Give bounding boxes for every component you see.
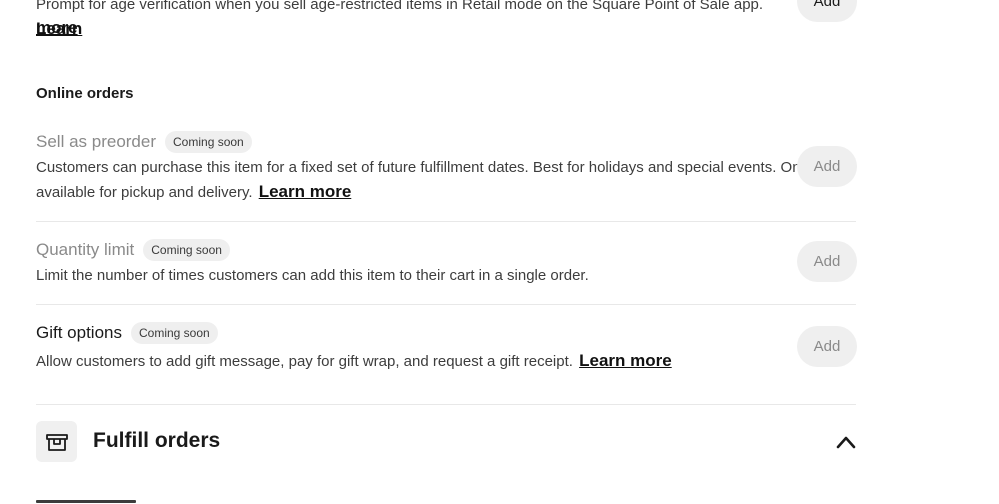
- quantity-limit-title: Quantity limit: [36, 240, 135, 259]
- divider: [36, 304, 856, 305]
- sell-as-preorder-description-line2: available for pickup and delivery. Learn…: [36, 182, 352, 201]
- online-orders-header: Online orders: [36, 85, 134, 102]
- sell-as-preorder-description: Customers can purchase this item for a f…: [36, 159, 812, 176]
- quantity-limit-add-button[interactable]: Add: [797, 241, 857, 282]
- gift-options-row: Gift options Coming soon: [36, 322, 218, 344]
- divider: [36, 404, 856, 405]
- coming-soon-badge: Coming soon: [143, 239, 230, 261]
- age-verification-learn-more-link-cont[interactable]: more: [36, 18, 78, 38]
- sell-as-preorder-title: Sell as preorder: [36, 132, 157, 151]
- gift-options-description: Allow customers to add gift message, pay…: [36, 351, 672, 370]
- fulfill-orders-title: Fulfill orders: [93, 429, 221, 452]
- age-verification-add-button[interactable]: Add: [797, 0, 857, 22]
- sell-as-preorder-learn-more-link[interactable]: Learn more: [259, 182, 352, 201]
- chevron-up-icon[interactable]: [835, 433, 857, 451]
- coming-soon-badge: Coming soon: [165, 131, 252, 153]
- next-section-heading-cutoff: [36, 497, 136, 504]
- coming-soon-badge: Coming soon: [131, 322, 218, 344]
- sell-as-preorder-add-button[interactable]: Add: [797, 146, 857, 187]
- sell-as-preorder-row: Sell as preorder Coming soon: [36, 131, 252, 153]
- box-icon: [36, 421, 77, 462]
- quantity-limit-row: Quantity limit Coming soon: [36, 239, 230, 261]
- box-icon-svg: [45, 433, 68, 451]
- divider: [36, 221, 856, 222]
- gift-options-learn-more-link[interactable]: Learn more: [579, 351, 672, 370]
- quantity-limit-description: Limit the number of times customers can …: [36, 267, 589, 284]
- age-verification-description: Prompt for age verification when you sel…: [36, 0, 764, 38]
- gift-options-title: Gift options: [36, 323, 122, 342]
- gift-options-add-button[interactable]: Add: [797, 326, 857, 367]
